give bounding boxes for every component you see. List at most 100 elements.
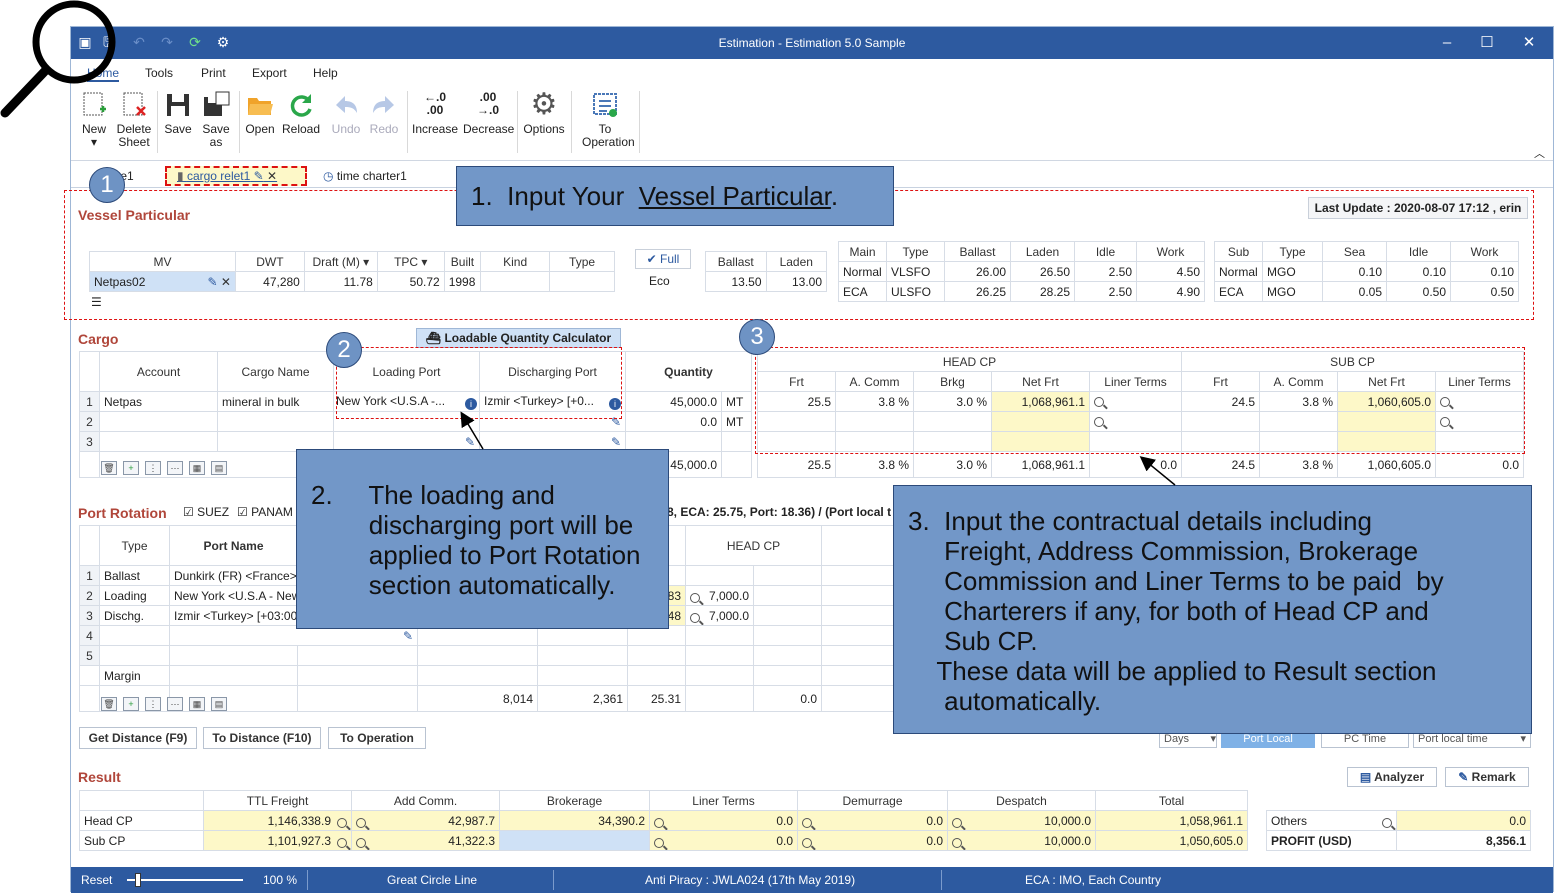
collapse-ribbon-icon[interactable]: ︿: [1534, 145, 1545, 161]
remove-row-icon[interactable]: ⋯: [167, 461, 183, 475]
callout-contract: 3. Input the contractual details includi…: [893, 485, 1532, 734]
grid-alt-icon[interactable]: ▤: [211, 461, 227, 475]
callout-vessel: 1. Input Your Vessel Particular.: [456, 166, 894, 226]
result-table: TTL Freight Add Comm. Brokerage Liner Terms…: [79, 790, 1248, 851]
search-icon[interactable]: [802, 837, 812, 848]
panama-checkbox[interactable]: ☑ PANAM: [237, 505, 293, 519]
ribbon-divider: [157, 91, 158, 153]
decimal-increase-icon: ←.0.00: [423, 90, 446, 117]
title-bar: ▣ 🖫 ↶ ↷ ⟳ ⚙ Estimation - Estimation 5.0 …: [71, 27, 1553, 59]
step-3-marker: 3: [739, 319, 775, 355]
trash-icon[interactable]: 🗑: [101, 697, 117, 711]
decimal-decrease-icon: .00 →.0: [476, 90, 499, 117]
folder-open-icon: [248, 98, 273, 115]
license-info: Anti Piracy : JWLA024 (17th May 2019): [645, 873, 856, 887]
add-row-icon[interactable]: +: [123, 697, 139, 711]
search-icon[interactable]: [356, 837, 366, 848]
add-row-icon[interactable]: +: [123, 461, 139, 475]
search-icon[interactable]: [1382, 817, 1392, 828]
callout-ports: 2. The loading and discharging port will…: [296, 449, 669, 629]
remove-row-icon[interactable]: ⋯: [167, 697, 183, 711]
search-icon[interactable]: [952, 817, 962, 828]
search-icon[interactable]: [952, 837, 962, 848]
zoom-slider[interactable]: [127, 873, 243, 887]
reload-button[interactable]: Reload: [281, 91, 321, 136]
maximize-button[interactable]: ☐: [1477, 33, 1497, 53]
step-1-marker: 1: [89, 167, 125, 203]
search-icon[interactable]: [690, 592, 700, 603]
clock-icon: ◷: [323, 169, 337, 183]
cargo-title: Cargo: [78, 331, 119, 347]
reload-icon: [290, 94, 312, 117]
redo-icon: [373, 96, 394, 113]
grid-icon[interactable]: ▦: [189, 697, 205, 711]
loadable-quantity-calculator-button[interactable]: ⛴ Loadable Quantity Calculator: [416, 328, 621, 348]
menu-tools[interactable]: Tools: [145, 66, 173, 80]
save-button[interactable]: Save: [161, 91, 195, 136]
search-icon[interactable]: [337, 837, 347, 848]
analyzer-icon: ▤: [1359, 770, 1375, 784]
reset-button[interactable]: Reset: [81, 873, 112, 887]
search-icon[interactable]: [654, 837, 664, 848]
search-icon[interactable]: [356, 817, 366, 828]
search-icon[interactable]: [337, 817, 347, 828]
ribbon-divider: [407, 91, 408, 153]
open-button[interactable]: Open: [243, 91, 277, 136]
close-tab-icon[interactable]: ✕: [264, 169, 277, 183]
search-icon[interactable]: [654, 817, 664, 828]
minimize-button[interactable]: –: [1437, 33, 1457, 53]
decrease-decimal-button[interactable]: .00 →.0 Decrease: [463, 90, 514, 136]
menu-export[interactable]: Export: [252, 66, 287, 80]
tab-cargo-relet1[interactable]: ▮ cargo relet1 ✎ ✕: [165, 166, 307, 186]
save-icon: [167, 94, 189, 116]
port-rotation-title: Port Rotation: [78, 505, 167, 521]
menu-help[interactable]: Help: [313, 66, 338, 80]
remark-icon: ✎: [1458, 770, 1472, 784]
to-operation-link-button[interactable]: To Operation: [328, 727, 426, 749]
ribbon-divider: [571, 91, 572, 153]
trash-icon[interactable]: 🗑: [101, 461, 117, 475]
edit-tab-icon[interactable]: ✎: [250, 169, 264, 183]
magnifier-icon: [0, 0, 125, 125]
ribbon: New ▾ Delete Sheet Save Save as Open Relo…: [71, 85, 1553, 161]
insert-row-icon[interactable]: ⋮: [145, 461, 161, 475]
save-as-button[interactable]: Save as: [199, 91, 233, 149]
grid-alt-icon[interactable]: ▤: [211, 697, 227, 711]
grid-icon[interactable]: ▦: [189, 461, 205, 475]
window-title: Estimation - Estimation 5.0 Sample: [718, 36, 906, 50]
menu-print[interactable]: Print: [201, 66, 226, 80]
ship-icon: ⛴: [425, 331, 445, 345]
distance-info: 8, ECA: 25.75, Port: 18.36) / (Port loca…: [667, 505, 892, 519]
insert-row-icon[interactable]: ⋮: [145, 697, 161, 711]
step-2-marker: 2: [326, 332, 362, 368]
to-operation-button[interactable]: To Operation: [575, 91, 635, 149]
suez-checkbox[interactable]: ☑ SUEZ: [183, 505, 229, 519]
ribbon-divider: [639, 91, 640, 153]
cp-highlight-box: [755, 347, 1525, 454]
zoom-level: 100 %: [263, 873, 298, 887]
to-distance-button[interactable]: To Distance (F10): [203, 727, 321, 749]
eca-info: ECA : IMO, Each Country: [1025, 873, 1162, 887]
result-title: Result: [78, 769, 121, 785]
search-icon[interactable]: [802, 817, 812, 828]
tab-time-charter1[interactable]: ◷ time charter1: [323, 166, 407, 186]
options-button[interactable]: ⚙ Options: [521, 88, 567, 136]
increase-decimal-button[interactable]: ←.0.00 Increase: [411, 91, 459, 136]
save-as-icon: [204, 91, 230, 116]
analyzer-button[interactable]: ▤ Analyzer: [1347, 767, 1437, 787]
gear-icon: ⚙: [530, 88, 558, 121]
status-bar: Reset 100 % Great Circle Line Anti Pirac…: [71, 867, 1553, 893]
undo-button[interactable]: Undo: [329, 91, 363, 136]
redo-button[interactable]: Redo: [367, 91, 401, 136]
search-icon[interactable]: [690, 612, 700, 623]
remark-button[interactable]: ✎ Remark: [1445, 767, 1529, 787]
route-mode: Great Circle Line: [387, 873, 478, 887]
ribbon-divider: [239, 91, 240, 153]
ribbon-divider: [517, 91, 518, 153]
get-distance-button[interactable]: Get Distance (F9): [79, 727, 197, 749]
menu-bar: Home Tools Print Export Help: [71, 59, 1553, 85]
operation-icon: [593, 93, 617, 117]
cargo-tab-icon: ▮: [177, 169, 187, 183]
close-button[interactable]: ✕: [1519, 33, 1539, 53]
port-highlight-box: [336, 347, 622, 419]
